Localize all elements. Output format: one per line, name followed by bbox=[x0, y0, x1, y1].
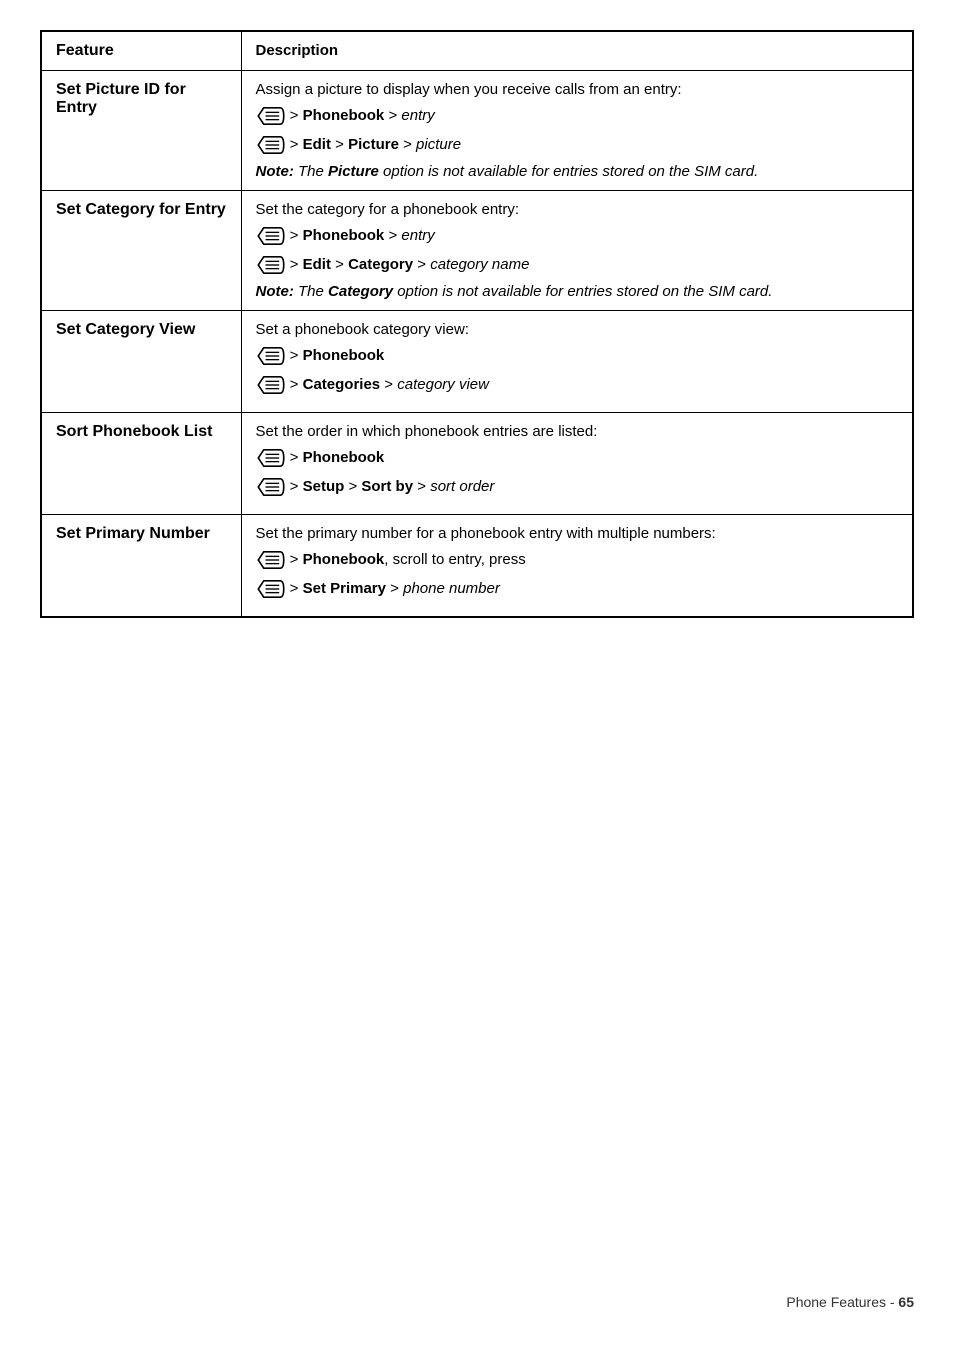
nav-text: > bbox=[286, 551, 303, 568]
bold-menu-item: Edit bbox=[303, 256, 331, 273]
table-row: Set Category ViewSet a phonebook categor… bbox=[41, 311, 913, 413]
note-text-before: The bbox=[294, 163, 328, 180]
description-cell: Set the order in which phonebook entries… bbox=[241, 413, 913, 515]
page-wrapper: Feature Description Set Picture ID for E… bbox=[40, 30, 914, 1310]
bold-menu-item: Categories bbox=[303, 376, 381, 393]
note-text-rest: option is not available for entries stor… bbox=[393, 283, 772, 300]
nav-text: > bbox=[286, 136, 303, 153]
nav-text: > bbox=[386, 580, 403, 597]
bold-menu-item: Phonebook bbox=[303, 347, 385, 364]
bold-menu-item: Phonebook bbox=[303, 227, 385, 244]
italic-text: phone number bbox=[403, 580, 500, 597]
table-row: Set Category for EntrySet the category f… bbox=[41, 191, 913, 311]
feature-cell: Set Category for Entry bbox=[41, 191, 241, 311]
menu-icon bbox=[256, 346, 286, 366]
nav-text: > bbox=[331, 136, 348, 153]
note-block: Note: The Category option is not availab… bbox=[256, 283, 899, 300]
description-cell: Set the primary number for a phonebook e… bbox=[241, 515, 913, 618]
nav-text: > bbox=[344, 478, 361, 495]
menu-icon bbox=[256, 550, 286, 570]
nav-text: > bbox=[286, 227, 303, 244]
page-footer: Phone Features - 65 bbox=[40, 1264, 914, 1310]
italic-text: picture bbox=[416, 136, 461, 153]
nav-line: > Phonebook, scroll to entry, press bbox=[256, 548, 899, 572]
header-feature: Feature bbox=[41, 31, 241, 71]
nav-text: > bbox=[286, 449, 303, 466]
nav-line: > Edit > Category > category name bbox=[256, 253, 899, 277]
nav-line: > Set Primary > phone number bbox=[256, 577, 899, 601]
nav-text: > bbox=[413, 256, 430, 273]
menu-icon bbox=[256, 106, 286, 126]
menu-icon bbox=[256, 255, 286, 275]
nav-text: > bbox=[331, 256, 348, 273]
menu-icon bbox=[256, 579, 286, 599]
nav-text: > bbox=[286, 256, 303, 273]
description-cell: Set the category for a phonebook entry: … bbox=[241, 191, 913, 311]
italic-text: entry bbox=[401, 227, 434, 244]
nav-text: > bbox=[286, 376, 303, 393]
menu-icon bbox=[256, 375, 286, 395]
note-bold-word: Category bbox=[328, 283, 393, 300]
nav-line: > Edit > Picture > picture bbox=[256, 133, 899, 157]
nav-line: > Phonebook bbox=[256, 344, 899, 368]
bold-menu-item: Set Primary bbox=[303, 580, 386, 597]
header-description: Description bbox=[241, 31, 913, 71]
note-text-before: The bbox=[294, 283, 328, 300]
italic-text: category view bbox=[397, 376, 489, 393]
feature-cell: Set Primary Number bbox=[41, 515, 241, 618]
nav-text: , scroll to entry, press bbox=[384, 551, 525, 568]
bold-menu-item: Setup bbox=[303, 478, 345, 495]
nav-text: > bbox=[286, 478, 303, 495]
italic-text: entry bbox=[401, 107, 434, 124]
description-main: Set the primary number for a phonebook e… bbox=[256, 525, 899, 542]
nav-text: > bbox=[286, 347, 303, 364]
nav-text: > bbox=[286, 580, 303, 597]
nav-line: > Phonebook > entry bbox=[256, 104, 899, 128]
nav-text: > bbox=[384, 227, 401, 244]
nav-text: > bbox=[380, 376, 397, 393]
table-row: Sort Phonebook List Set the order in whic… bbox=[41, 413, 913, 515]
italic-text: category name bbox=[430, 256, 529, 273]
menu-icon bbox=[256, 226, 286, 246]
note-bold-word: Picture bbox=[328, 163, 379, 180]
bold-menu-item: Phonebook bbox=[303, 551, 385, 568]
nav-text: > bbox=[384, 107, 401, 124]
bold-menu-item: Edit bbox=[303, 136, 331, 153]
note-label: Note: bbox=[256, 163, 294, 180]
bold-menu-item: Picture bbox=[348, 136, 399, 153]
feature-cell: Set Category View bbox=[41, 311, 241, 413]
nav-line: > Phonebook bbox=[256, 446, 899, 470]
nav-line: > Phonebook > entry bbox=[256, 224, 899, 248]
description-main: Set a phonebook category view: bbox=[256, 321, 899, 338]
menu-icon bbox=[256, 135, 286, 155]
nav-line: > Setup > Sort by > sort order bbox=[256, 475, 899, 499]
note-block: Note: The Picture option is not availabl… bbox=[256, 163, 899, 180]
nav-text: > bbox=[413, 478, 430, 495]
description-main: Set the order in which phonebook entries… bbox=[256, 423, 899, 440]
table-row: Set Picture ID for Entry Assign a picture… bbox=[41, 71, 913, 191]
description-main: Assign a picture to display when you rec… bbox=[256, 81, 899, 98]
table-row: Set Primary Number Set the primary number… bbox=[41, 515, 913, 618]
bold-menu-item: Phonebook bbox=[303, 449, 385, 466]
note-text-rest: option is not available for entries stor… bbox=[379, 163, 758, 180]
page-number: 65 bbox=[898, 1294, 914, 1310]
bold-menu-item: Category bbox=[348, 256, 413, 273]
feature-cell: Sort Phonebook List bbox=[41, 413, 241, 515]
description-main: Set the category for a phonebook entry: bbox=[256, 201, 899, 218]
feature-cell: Set Picture ID for Entry bbox=[41, 71, 241, 191]
description-cell: Set a phonebook category view: > Phonebo… bbox=[241, 311, 913, 413]
note-label: Note: bbox=[256, 283, 294, 300]
description-cell: Assign a picture to display when you rec… bbox=[241, 71, 913, 191]
menu-icon bbox=[256, 448, 286, 468]
nav-line: > Categories > category view bbox=[256, 373, 899, 397]
bold-menu-item: Sort by bbox=[361, 478, 413, 495]
features-table: Feature Description Set Picture ID for E… bbox=[40, 30, 914, 618]
italic-text: sort order bbox=[430, 478, 494, 495]
nav-text: > bbox=[399, 136, 416, 153]
footer-text: Phone Features - bbox=[786, 1294, 898, 1310]
menu-icon bbox=[256, 477, 286, 497]
bold-menu-item: Phonebook bbox=[303, 107, 385, 124]
nav-text: > bbox=[286, 107, 303, 124]
